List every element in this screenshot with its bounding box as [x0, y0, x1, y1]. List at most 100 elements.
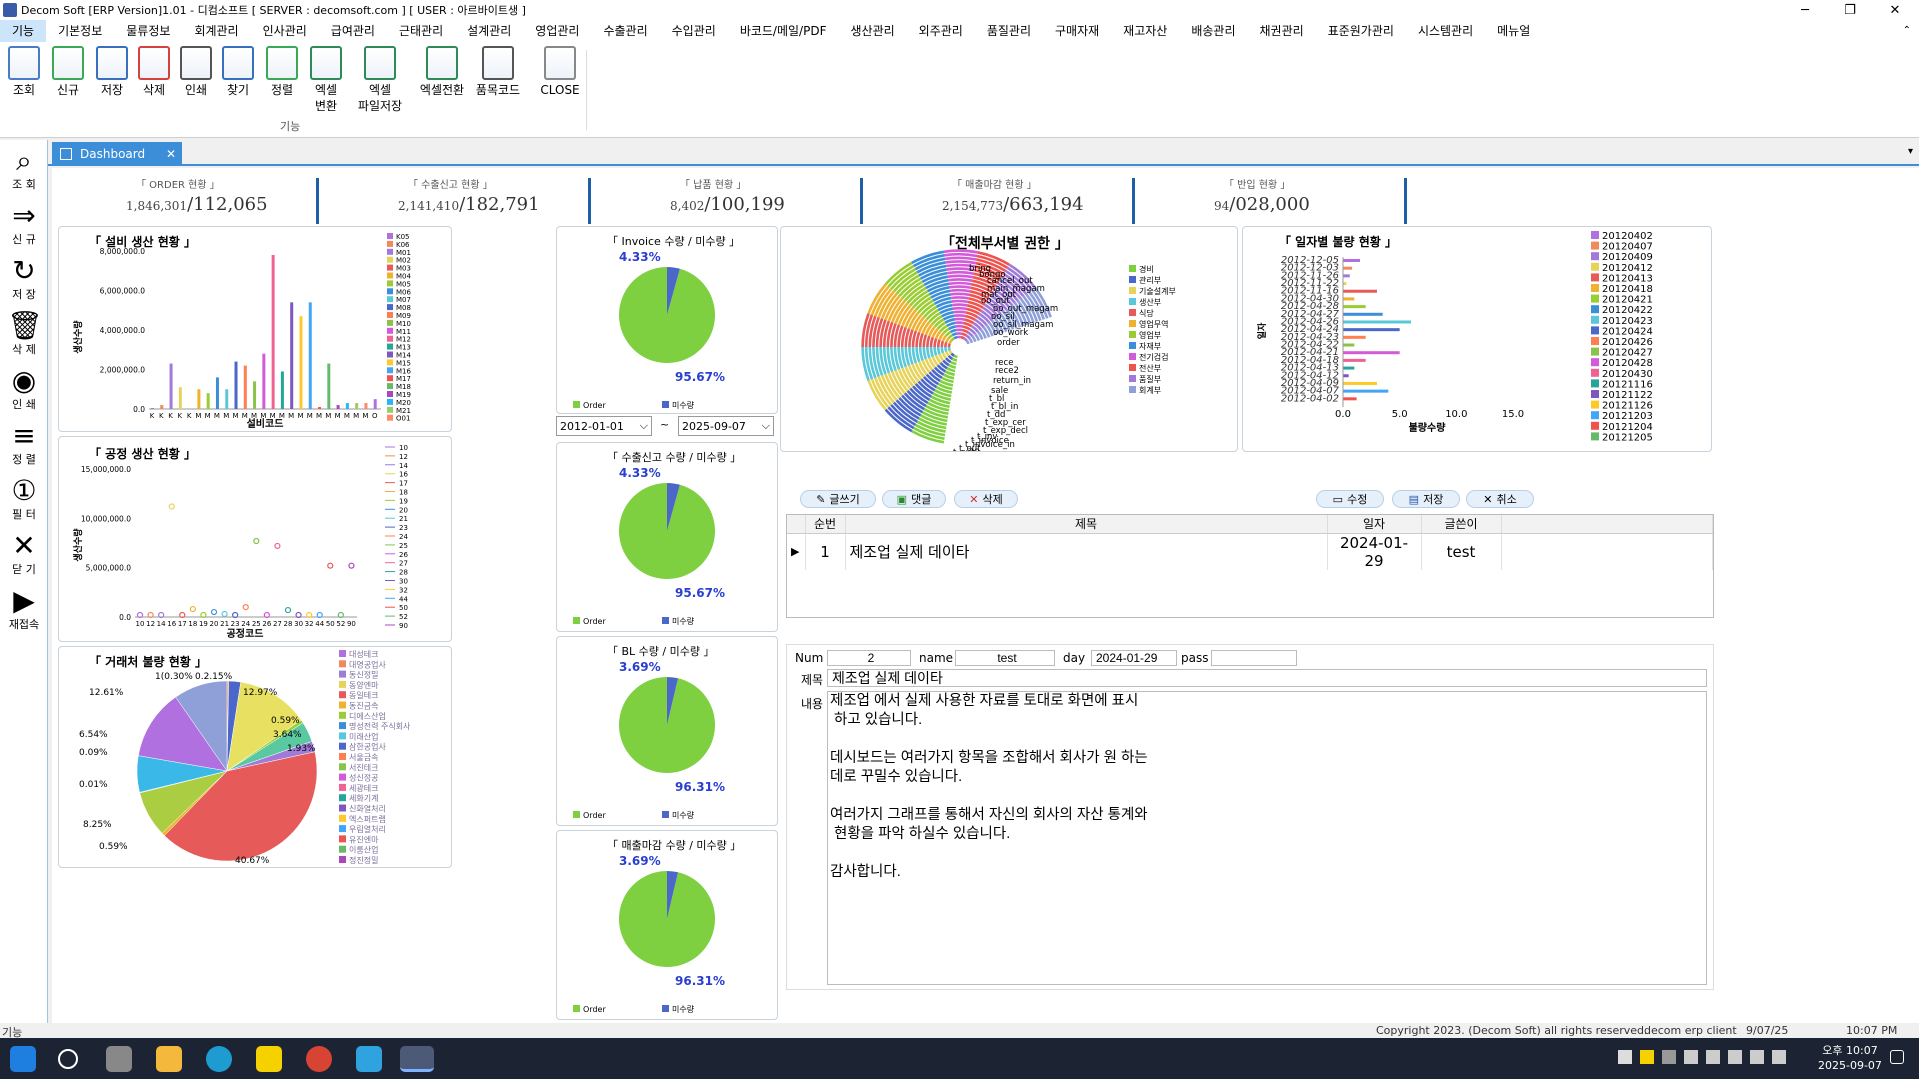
maximize-button[interactable]: ❐ [1830, 0, 1870, 20]
collapse-icon[interactable]: ⌃ [1903, 25, 1911, 36]
minimize-button[interactable]: ─ [1785, 0, 1825, 20]
legend-swatch [339, 835, 346, 843]
pass-field[interactable] [1211, 650, 1297, 666]
save-post-button[interactable]: ▤ 저장 [1392, 490, 1460, 508]
item-code-button[interactable]: 품목코드 [468, 46, 528, 98]
tray-icon[interactable] [1640, 1050, 1654, 1064]
print-button[interactable]: 인쇄 [176, 46, 216, 98]
col-title-header[interactable]: 제목 [845, 515, 1328, 534]
side-save-button[interactable]: ↻ 저 장 [4, 254, 44, 302]
menu-18[interactable]: 채권관리 [1248, 20, 1316, 42]
side-new-button[interactable]: ⇒ 신 규 [4, 199, 44, 247]
edit-button[interactable]: ▭ 수정 [1316, 490, 1384, 508]
menu-15[interactable]: 구매자재 [1043, 20, 1111, 42]
row-title[interactable]: 제조업 실제 데이타 [845, 533, 1328, 570]
legend-entry: 20120412 [1602, 263, 1653, 274]
close-button[interactable]: CLOSE [530, 46, 590, 98]
excel-convert-button[interactable]: 엑셀 변환 [306, 46, 346, 114]
menu-21[interactable]: 메뉴얼 [1485, 20, 1542, 42]
sort-button[interactable]: 정렬 [262, 46, 302, 98]
write-button[interactable]: ✎ 글쓰기 [800, 490, 876, 508]
menu-10[interactable]: 수입관리 [660, 20, 728, 42]
menu-16[interactable]: 재고자산 [1111, 20, 1179, 42]
tray-icon[interactable] [1684, 1050, 1698, 1064]
erp-app-icon[interactable] [400, 1046, 434, 1072]
side-print-button[interactable]: ◉ 인 쇄 [4, 364, 44, 412]
table-row[interactable]: ▶ 1 제조업 실제 데이타 2024-01-29 test [787, 533, 1713, 570]
delete-button[interactable]: 삭제 [134, 46, 174, 98]
side-search-button[interactable]: ⌕ 조 회 [4, 144, 44, 192]
side-filter-button[interactable]: ①필 터 [4, 474, 44, 522]
menu-20[interactable]: 시스템관리 [1406, 20, 1485, 42]
side-reconnect-button[interactable]: ▶ 재접속 [4, 584, 44, 632]
reply-button[interactable]: ▣ 댓글 [882, 490, 946, 508]
menu-5[interactable]: 급여관리 [319, 20, 387, 42]
col-date-header[interactable]: 일자 [1327, 515, 1422, 534]
wifi-icon[interactable] [1728, 1050, 1742, 1064]
menu-6[interactable]: 근태관리 [387, 20, 455, 42]
menu-12[interactable]: 생산관리 [838, 20, 906, 42]
volume-icon[interactable] [1750, 1050, 1764, 1064]
side-delete-button[interactable]: 🗑 삭 제 [4, 309, 44, 357]
menu-3[interactable]: 회계관리 [182, 20, 250, 42]
menu-2[interactable]: 물류정보 [114, 20, 182, 42]
find-button[interactable]: 찾기 [218, 46, 258, 98]
menu-8[interactable]: 영업관리 [523, 20, 591, 42]
menu-1[interactable]: 기본정보 [46, 20, 114, 42]
kakaotalk-icon[interactable] [256, 1046, 282, 1072]
chrome-browser-icon[interactable] [306, 1046, 332, 1072]
edge-browser-icon[interactable] [206, 1046, 232, 1072]
menu-17[interactable]: 배송관리 [1179, 20, 1247, 42]
col-num-header[interactable]: 순번 [805, 515, 846, 534]
tab-close-icon[interactable]: ✕ [166, 147, 176, 161]
menu-13[interactable]: 외주관리 [907, 20, 975, 42]
menu-9[interactable]: 수출관리 [591, 20, 659, 42]
date-to-picker[interactable]: 2025-09-07 ⌵ [678, 416, 774, 436]
title-field[interactable] [827, 669, 1707, 687]
menu-11[interactable]: 바코드/메일/PDF [728, 20, 839, 42]
cancel-button[interactable]: ✕ 취소 [1466, 490, 1534, 508]
side-sort-button[interactable]: ≡ 정 렬 [4, 419, 44, 467]
name-field[interactable] [955, 650, 1055, 666]
tray-icon[interactable] [1706, 1050, 1720, 1064]
content-textarea[interactable]: 제조업 에서 실제 사용한 자료를 토대로 화면에 표시 하고 있습니다. 데시… [827, 691, 1707, 985]
close-button[interactable]: ✕ [1875, 0, 1915, 20]
row-date[interactable]: 2024-01-29 [1327, 533, 1422, 570]
delete-post-button[interactable]: ✕ 삭제 [954, 490, 1018, 508]
menu-7[interactable]: 설계관리 [455, 20, 523, 42]
menu-0[interactable]: 기능 [0, 20, 47, 42]
x-tick-label: M [353, 412, 359, 420]
new-button[interactable]: 신규 [48, 46, 88, 98]
tray-icon[interactable] [1662, 1050, 1676, 1064]
legend-swatch [387, 406, 393, 413]
notification-bell-icon[interactable] [1890, 1050, 1904, 1064]
tab-dashboard[interactable]: Dashboard ✕ [52, 142, 182, 166]
save-button[interactable]: 저장 [92, 46, 132, 98]
search-icon[interactable] [58, 1049, 78, 1069]
row-writer[interactable]: test [1421, 533, 1502, 570]
ribbon-label: 파일저장 [357, 99, 403, 113]
remote-app-icon[interactable] [356, 1046, 382, 1072]
excel-switch-button[interactable]: 엑셀전환 [412, 46, 472, 98]
col-writer-header[interactable]: 글쓴이 [1421, 515, 1502, 534]
search-button[interactable]: 조회 [4, 46, 44, 98]
menu-4[interactable]: 인사관리 [251, 20, 319, 42]
task-view-icon[interactable] [106, 1046, 132, 1072]
file-explorer-icon[interactable] [156, 1046, 182, 1072]
day-field[interactable] [1091, 650, 1177, 666]
pie-label: 40.67% [235, 856, 270, 866]
equipment-production-panel: 「 설비 생산 현황 」 8,000,000.0 6,000,000.0 4,000… [58, 226, 452, 432]
tray-icon[interactable] [1618, 1050, 1632, 1064]
excel-save-button[interactable]: 엑셀 파일저장 [350, 46, 410, 114]
tab-menu-icon[interactable]: ▾ [1908, 146, 1913, 157]
windows-start-icon[interactable] [10, 1046, 36, 1072]
menu-14[interactable]: 품질관리 [975, 20, 1043, 42]
battery-icon[interactable] [1772, 1050, 1786, 1064]
date-from-picker[interactable]: 2012-01-01 ⌵ [556, 416, 652, 436]
row-num[interactable]: 1 [805, 533, 846, 570]
taskbar-clock[interactable]: 오후 10:07 2025-09-07 [1818, 1043, 1882, 1073]
ribbon-divider [586, 50, 587, 130]
num-field[interactable] [827, 650, 911, 666]
menu-19[interactable]: 표준원가관리 [1316, 20, 1406, 42]
side-close-button[interactable]: ✕ 닫 기 [4, 529, 44, 577]
